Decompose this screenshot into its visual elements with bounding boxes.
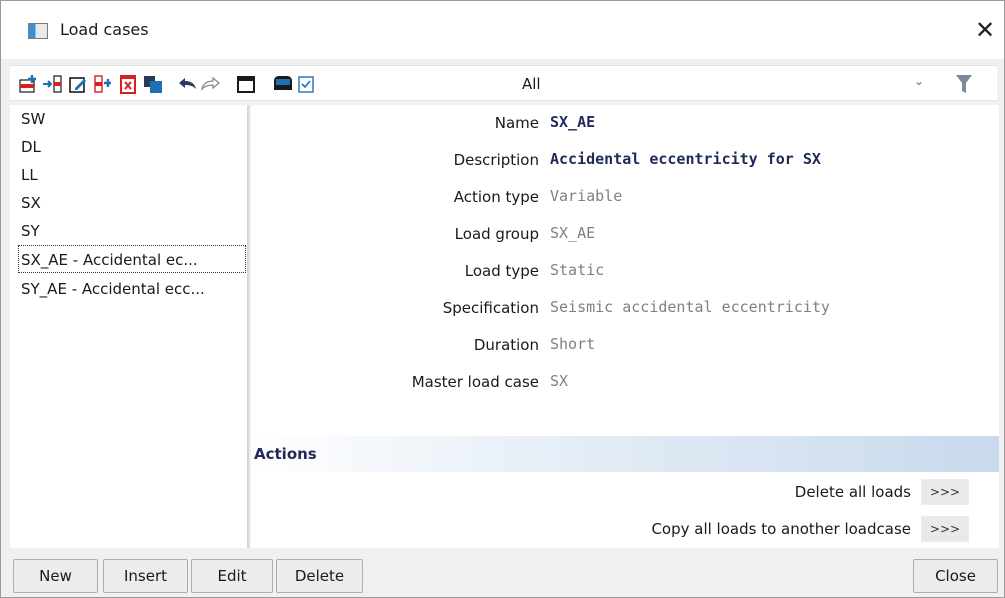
property-label: Load type bbox=[464, 262, 539, 280]
actions-title: Actions bbox=[254, 445, 317, 463]
property-label: Action type bbox=[453, 188, 539, 206]
property-label: Duration bbox=[473, 336, 539, 354]
edit-icon[interactable] bbox=[67, 73, 89, 95]
toolbar: All ⌄ bbox=[10, 65, 997, 101]
close-button[interactable]: Close bbox=[913, 559, 998, 593]
action-label: Copy all loads to another loadcase bbox=[651, 520, 911, 538]
chevron-down-icon[interactable]: ⌄ bbox=[914, 74, 924, 88]
filter-funnel-icon[interactable] bbox=[952, 72, 976, 96]
delete-button[interactable]: Delete bbox=[276, 559, 363, 593]
new-button[interactable]: New bbox=[13, 559, 98, 593]
checklist-icon[interactable] bbox=[295, 73, 317, 95]
property-label: Description bbox=[453, 151, 539, 169]
description-field[interactable]: Accidental eccentricity for SX bbox=[550, 150, 821, 168]
insert-button[interactable]: Insert bbox=[103, 559, 188, 593]
app-window-icon bbox=[28, 23, 48, 39]
load-type-field[interactable]: Static bbox=[550, 261, 604, 279]
load-case-filter-select[interactable]: All ⌄ bbox=[522, 70, 942, 98]
delete-all-loads-button[interactable]: >>> bbox=[921, 479, 969, 505]
save-icon[interactable] bbox=[272, 73, 294, 95]
filter-value: All bbox=[522, 75, 541, 93]
delete-icon[interactable] bbox=[117, 73, 139, 95]
list-item[interactable]: SX bbox=[11, 189, 247, 217]
action-copy-all-loads: Copy all loads to another loadcase >>> bbox=[251, 514, 999, 544]
property-load-type: Load type Static bbox=[251, 257, 999, 287]
bottom-button-bar: New Insert Edit Delete Close bbox=[1, 553, 1004, 597]
property-label: Name bbox=[494, 114, 539, 132]
table-icon[interactable] bbox=[235, 73, 257, 95]
edit-button[interactable]: Edit bbox=[191, 559, 273, 593]
property-label: Specification bbox=[442, 299, 539, 317]
action-type-field[interactable]: Variable bbox=[550, 187, 622, 205]
list-item[interactable]: SW bbox=[11, 105, 247, 133]
action-delete-all-loads: Delete all loads >>> bbox=[251, 477, 999, 507]
property-name: Name SX_AE bbox=[251, 109, 999, 139]
load-group-field[interactable]: SX_AE bbox=[550, 224, 595, 242]
close-window-button[interactable]: ✕ bbox=[969, 13, 1001, 47]
actions-section-header: Actions bbox=[251, 436, 999, 472]
property-master-load-case: Master load case SX bbox=[251, 368, 999, 398]
window-title: Load cases bbox=[60, 20, 149, 39]
list-item[interactable]: SY bbox=[11, 217, 247, 245]
undo-icon[interactable] bbox=[176, 73, 198, 95]
list-item[interactable]: LL bbox=[11, 161, 247, 189]
redo-icon[interactable] bbox=[200, 73, 222, 95]
duration-field[interactable]: Short bbox=[550, 335, 595, 353]
list-item[interactable]: SY_AE - Accidental ecc... bbox=[11, 275, 247, 303]
list-item-selected[interactable]: SX_AE - Accidental ec... bbox=[18, 245, 246, 273]
master-load-case-field[interactable]: SX bbox=[550, 372, 568, 390]
property-action-type: Action type Variable bbox=[251, 183, 999, 213]
property-specification: Specification Seismic accidental eccentr… bbox=[251, 294, 999, 324]
properties-panel: Name SX_AE Description Accidental eccent… bbox=[251, 105, 999, 548]
property-label: Master load case bbox=[411, 373, 539, 391]
property-description: Description Accidental eccentricity for … bbox=[251, 146, 999, 176]
action-label: Delete all loads bbox=[794, 483, 911, 501]
insert-icon[interactable] bbox=[42, 73, 64, 95]
load-case-list[interactable]: SW DL LL SX SY SX_AE - Accidental ec... … bbox=[10, 105, 249, 548]
load-cases-dialog: Load cases ✕ All ⌄ SW DL LL SX SY SX_AE … bbox=[0, 0, 1005, 598]
duplicate-icon[interactable] bbox=[142, 73, 164, 95]
name-field[interactable]: SX_AE bbox=[550, 113, 595, 131]
copy-all-loads-button[interactable]: >>> bbox=[921, 516, 969, 542]
copy-icon[interactable] bbox=[92, 73, 114, 95]
new-icon[interactable] bbox=[17, 73, 39, 95]
title-bar: Load cases ✕ bbox=[1, 1, 1004, 59]
property-duration: Duration Short bbox=[251, 331, 999, 361]
specification-field[interactable]: Seismic accidental eccentricity bbox=[550, 298, 830, 316]
property-label: Load group bbox=[454, 225, 539, 243]
property-load-group: Load group SX_AE bbox=[251, 220, 999, 250]
list-item[interactable]: DL bbox=[11, 133, 247, 161]
